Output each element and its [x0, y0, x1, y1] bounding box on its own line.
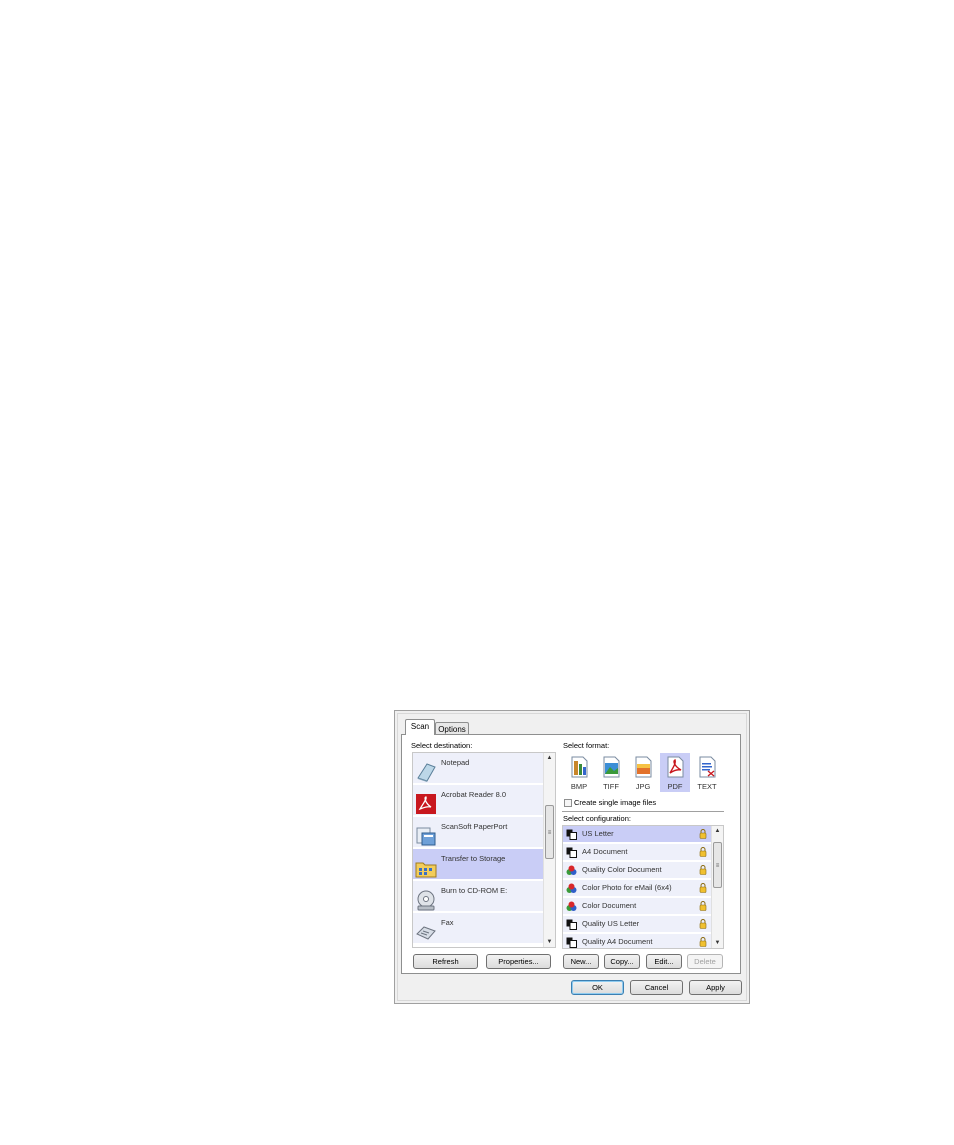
color-document-icon: [566, 865, 577, 875]
bw-document-icon: [566, 847, 577, 858]
bw-document-icon: [566, 919, 577, 930]
paperport-icon: [416, 827, 436, 846]
config-item-quality-color-document[interactable]: Quality Color Document: [563, 862, 711, 879]
select-destination-label: Select destination:: [411, 741, 473, 750]
color-document-icon: [566, 883, 577, 893]
configuration-list[interactable]: US Letter A4 Document Quality Color Docu…: [562, 825, 724, 949]
properties-button[interactable]: Properties...: [486, 954, 551, 969]
config-item-quality-a4-document[interactable]: Quality A4 Document: [563, 934, 711, 948]
select-format-label: Select format:: [563, 741, 610, 750]
destination-item-label: Fax: [441, 918, 454, 927]
edit-configuration-button[interactable]: Edit...: [646, 954, 682, 969]
lock-icon: [699, 847, 707, 857]
tab-scan[interactable]: Scan: [405, 719, 435, 735]
config-item-label: Quality A4 Document: [582, 937, 653, 946]
color-document-icon: [566, 901, 577, 911]
config-item-quality-us-letter[interactable]: Quality US Letter: [563, 916, 711, 933]
bw-document-icon: [566, 829, 577, 840]
config-item-label: Quality US Letter: [582, 919, 640, 928]
format-jpg[interactable]: JPG: [628, 753, 658, 792]
refresh-button[interactable]: Refresh: [413, 954, 478, 969]
config-item-label: A4 Document: [582, 847, 628, 856]
destination-item-label: Transfer to Storage: [441, 854, 506, 863]
format-label: TIFF: [603, 782, 619, 791]
format-label: PDF: [667, 782, 683, 791]
format-bmp[interactable]: BMP: [564, 753, 594, 792]
destination-scrollbar[interactable]: ▲ ≡ ▼: [543, 753, 555, 947]
single-image-label: Create single image files: [574, 798, 657, 807]
acrobat-icon: [416, 794, 436, 814]
ok-button[interactable]: OK: [571, 980, 624, 995]
delete-configuration-button[interactable]: Delete: [687, 954, 723, 969]
destination-item-paperport[interactable]: ScanSoft PaperPort: [413, 817, 543, 848]
fax-icon: [416, 926, 436, 940]
config-item-a4-document[interactable]: A4 Document: [563, 844, 711, 861]
lock-icon: [699, 937, 707, 947]
format-pdf[interactable]: PDF: [660, 753, 690, 792]
format-divider: [562, 811, 724, 812]
config-item-label: Color Document: [582, 901, 637, 910]
copy-configuration-button[interactable]: Copy...: [604, 954, 640, 969]
pdf-format-icon: [667, 756, 684, 778]
config-item-color-document[interactable]: Color Document: [563, 898, 711, 915]
config-item-color-photo-email[interactable]: Color Photo for eMail (6x4): [563, 880, 711, 897]
lock-icon: [699, 919, 707, 929]
single-image-checkbox[interactable]: [564, 799, 572, 807]
destination-item-notepad[interactable]: Notepad: [413, 753, 543, 784]
config-item-label: Quality Color Document: [582, 865, 662, 874]
config-item-us-letter[interactable]: US Letter: [563, 826, 711, 843]
lock-icon: [699, 901, 707, 911]
format-label: JPG: [635, 782, 651, 791]
destination-item-acrobat[interactable]: Acrobat Reader 8.0: [413, 785, 543, 816]
config-item-label: US Letter: [582, 829, 614, 838]
tiff-format-icon: [603, 756, 620, 778]
jpg-format-icon: [635, 756, 652, 778]
text-format-icon: [699, 756, 716, 778]
lock-icon: [699, 865, 707, 875]
destination-item-fax[interactable]: Fax: [413, 913, 543, 944]
bw-document-icon: [566, 937, 577, 948]
configuration-scrollbar[interactable]: ▲ ≡ ▼: [711, 826, 723, 948]
select-configuration-label: Select configuration:: [563, 814, 631, 823]
format-text[interactable]: TEXT: [692, 753, 722, 792]
config-item-label: Color Photo for eMail (6x4): [582, 883, 672, 892]
scroll-up-icon[interactable]: ▲: [712, 827, 723, 835]
destination-item-label: Burn to CD-ROM E:: [441, 886, 508, 895]
scroll-down-icon[interactable]: ▼: [712, 939, 723, 947]
bmp-format-icon: [571, 756, 588, 778]
apply-button[interactable]: Apply: [689, 980, 742, 995]
storage-folder-icon: [415, 862, 437, 878]
format-tiff[interactable]: TIFF: [596, 753, 626, 792]
destination-item-label: ScanSoft PaperPort: [441, 822, 508, 831]
scroll-down-icon[interactable]: ▼: [544, 938, 555, 946]
cancel-button[interactable]: Cancel: [630, 980, 683, 995]
scrollbar-thumb[interactable]: ≡: [545, 805, 554, 859]
cd-rom-icon: [417, 890, 435, 911]
destination-item-burn-to-cd[interactable]: Burn to CD-ROM E:: [413, 881, 543, 912]
format-label: BMP: [570, 782, 588, 791]
destination-item-label: Acrobat Reader 8.0: [441, 790, 507, 799]
destination-item-label: Notepad: [441, 758, 470, 767]
format-label: TEXT: [697, 782, 717, 791]
destination-item-transfer-to-storage[interactable]: Transfer to Storage: [413, 849, 543, 880]
new-configuration-button[interactable]: New...: [563, 954, 599, 969]
destination-list[interactable]: Notepad Acrobat Reader 8.0 ScanSoft Pape…: [412, 752, 556, 948]
scrollbar-thumb[interactable]: ≡: [713, 842, 722, 888]
scroll-up-icon[interactable]: ▲: [544, 754, 555, 762]
lock-icon: [699, 829, 707, 839]
notepad-icon: [417, 763, 436, 782]
lock-icon: [699, 883, 707, 893]
